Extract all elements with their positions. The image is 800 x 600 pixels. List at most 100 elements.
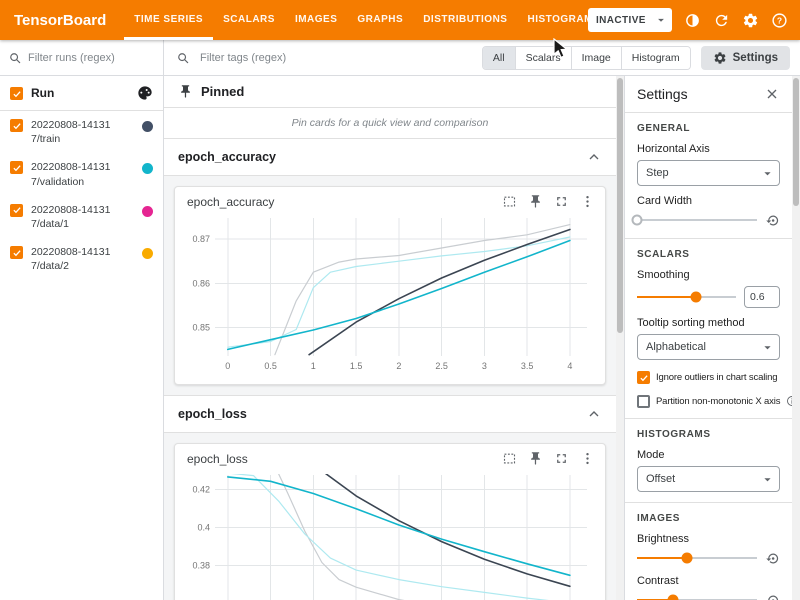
theme-toggle-icon[interactable]: [684, 12, 701, 29]
run-row[interactable]: 20220808-141317/train: [0, 111, 163, 153]
card-width-slider[interactable]: [637, 212, 757, 228]
app-header: TensorBoard TIME SERIESSCALARSIMAGESGRAP…: [0, 0, 800, 40]
run-row[interactable]: 20220808-141317/data/1: [0, 196, 163, 238]
horizontal-axis-select[interactable]: Step: [637, 160, 780, 186]
slider-thumb[interactable]: [632, 215, 643, 226]
help-icon[interactable]: ?: [771, 12, 788, 29]
run-color-dot: [142, 248, 153, 259]
horizontal-axis-value: Step: [646, 167, 669, 179]
chevron-up-icon[interactable]: [586, 406, 602, 422]
tag-section-epoch_accuracy: epoch_accuracyepoch_accuracy00.511.522.5…: [164, 139, 616, 396]
tab-images[interactable]: IMAGES: [285, 0, 347, 40]
tooltip-sorting-select[interactable]: Alphabetical: [637, 334, 780, 360]
cards-scroll-region: Pinned Pin cards for a quick view and co…: [164, 76, 616, 600]
main-scrollbar[interactable]: [616, 76, 624, 600]
fullscreen-icon[interactable]: [554, 194, 569, 209]
pin-card-icon[interactable]: [528, 194, 543, 209]
filter-button-histogram[interactable]: Histogram: [621, 47, 690, 69]
smoothing-slider[interactable]: [637, 289, 736, 305]
run-status-select[interactable]: INACTIVE: [588, 8, 672, 32]
slider-thumb[interactable]: [668, 595, 679, 600]
close-icon[interactable]: [764, 86, 780, 102]
filter-button-image[interactable]: Image: [571, 47, 621, 69]
run-color-dot: [142, 206, 153, 217]
run-checkbox[interactable]: [10, 161, 23, 174]
slider-thumb[interactable]: [682, 553, 693, 564]
tooltip-sorting-label: Tooltip sorting method: [637, 317, 780, 329]
gear-icon: [713, 51, 727, 65]
partition-x-axis-checkbox[interactable]: [637, 395, 650, 408]
run-label: 20220808-141317/data/2: [31, 245, 119, 273]
svg-text:0.42: 0.42: [192, 484, 210, 494]
reset-icon[interactable]: [765, 551, 780, 566]
section-header-epoch_accuracy[interactable]: epoch_accuracy: [164, 139, 616, 176]
horizontal-axis-label: Horizontal Axis: [637, 143, 780, 155]
partition-x-axis-row[interactable]: Partition non-monotonic X axis: [637, 394, 780, 408]
settings-panel: Settings GENERAL Horizontal Axis Step Ca…: [624, 76, 800, 600]
filter-runs-input[interactable]: [28, 52, 138, 64]
tab-time-series[interactable]: TIME SERIES: [124, 0, 213, 40]
main-scrollbar-thumb[interactable]: [617, 78, 623, 333]
ignore-outliers-row[interactable]: Ignore outliers in chart scaling: [637, 370, 780, 384]
search-icon: [176, 51, 190, 65]
mouse-cursor: [553, 38, 571, 60]
smoothing-value-input[interactable]: [744, 286, 780, 308]
pinned-header: Pinned: [164, 76, 616, 108]
app-logo: TensorBoard: [0, 12, 124, 29]
section-header-epoch_loss[interactable]: epoch_loss: [164, 396, 616, 433]
section-body: epoch_loss 00.511.522.533.540.360.380.40.…: [164, 433, 616, 600]
more-options-icon[interactable]: [580, 194, 595, 209]
ignore-outliers-label: Ignore outliers in chart scaling: [656, 372, 777, 383]
reset-icon[interactable]: [765, 213, 780, 228]
card-width-label: Card Width: [637, 195, 780, 207]
fit-domain-icon[interactable]: [502, 451, 517, 466]
filter-tags-input[interactable]: [200, 52, 472, 64]
run-status-value: INACTIVE: [596, 15, 646, 26]
svg-text:0: 0: [225, 361, 230, 371]
tab-histograms[interactable]: HISTOGRAMS: [517, 0, 588, 40]
section-title: epoch_accuracy: [178, 150, 276, 164]
gear-icon[interactable]: [742, 12, 759, 29]
ignore-outliers-checkbox[interactable]: [637, 371, 650, 384]
tab-graphs[interactable]: GRAPHS: [347, 0, 413, 40]
slider-thumb[interactable]: [691, 292, 702, 303]
svg-text:2: 2: [396, 361, 401, 371]
histogram-mode-select[interactable]: Offset: [637, 466, 780, 492]
settings-scrollbar-thumb[interactable]: [793, 78, 799, 206]
brightness-slider[interactable]: [637, 550, 757, 566]
pin-card-icon[interactable]: [528, 451, 543, 466]
partition-x-axis-label: Partition non-monotonic X axis: [656, 396, 780, 407]
fullscreen-icon[interactable]: [554, 451, 569, 466]
main-nav: TIME SERIESSCALARSIMAGESGRAPHSDISTRIBUTI…: [124, 0, 588, 40]
select-all-runs-checkbox[interactable]: [10, 87, 23, 100]
reset-icon[interactable]: [765, 593, 780, 600]
svg-text:0.5: 0.5: [264, 361, 277, 371]
chart-epoch_accuracy[interactable]: 00.511.522.533.540.850.860.87: [175, 212, 605, 384]
fit-domain-icon[interactable]: [502, 194, 517, 209]
settings-scrollbar[interactable]: [792, 76, 800, 600]
palette-icon[interactable]: [137, 85, 153, 101]
chevron-up-icon[interactable]: [586, 149, 602, 165]
svg-text:?: ?: [777, 15, 782, 25]
section-body: epoch_accuracy00.511.522.533.540.850.860…: [164, 176, 616, 396]
run-checkbox[interactable]: [10, 246, 23, 259]
pinned-label: Pinned: [201, 84, 244, 99]
tensorboard-app: TensorBoard TIME SERIESSCALARSIMAGESGRAP…: [0, 0, 800, 600]
more-options-icon[interactable]: [580, 451, 595, 466]
tab-distributions[interactable]: DISTRIBUTIONS: [413, 0, 517, 40]
refresh-icon[interactable]: [713, 12, 730, 29]
run-checkbox[interactable]: [10, 204, 23, 217]
filter-button-all[interactable]: All: [483, 47, 515, 69]
runs-header-label: Run: [31, 86, 54, 100]
run-checkbox[interactable]: [10, 119, 23, 132]
run-row[interactable]: 20220808-141317/validation: [0, 153, 163, 195]
settings-button[interactable]: Settings: [701, 46, 790, 70]
run-row[interactable]: 20220808-141317/data/2: [0, 238, 163, 280]
settings-button-label: Settings: [733, 52, 778, 64]
cards-area: Pinned Pin cards for a quick view and co…: [164, 76, 624, 600]
tab-scalars[interactable]: SCALARS: [213, 0, 285, 40]
run-label: 20220808-141317/data/1: [31, 203, 119, 231]
contrast-slider[interactable]: [637, 592, 757, 600]
card-title: epoch_loss: [187, 452, 248, 466]
chart-epoch_loss[interactable]: 00.511.522.533.540.360.380.40.42: [175, 469, 605, 600]
